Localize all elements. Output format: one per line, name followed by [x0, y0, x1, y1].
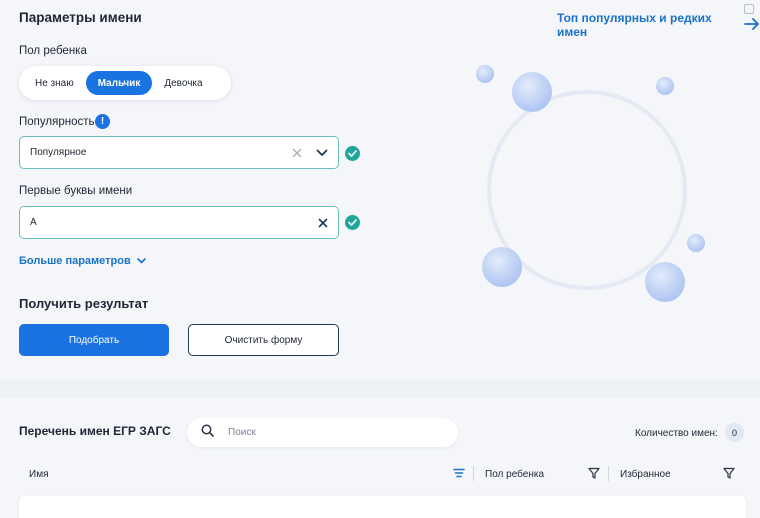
- list-title: Перечень имен ЕГР ЗАГС: [19, 424, 171, 438]
- close-icon[interactable]: [318, 218, 328, 228]
- clear-icon[interactable]: [292, 148, 302, 158]
- gender-option-girl[interactable]: Девочка: [152, 71, 214, 95]
- column-header-gender: Пол ребенка: [485, 469, 545, 480]
- letters-label: Первые буквы имени: [19, 185, 133, 197]
- submit-button[interactable]: Подобрать: [19, 324, 169, 356]
- chevron-down-icon: [136, 255, 146, 267]
- chevron-down-icon[interactable]: [316, 149, 328, 157]
- popularity-select[interactable]: Популярное: [19, 136, 339, 169]
- names-list-panel: Перечень имен ЕГР ЗАГС Количество имен: …: [0, 398, 760, 518]
- search-icon: [201, 424, 214, 442]
- popularity-value: Популярное: [30, 147, 87, 158]
- clear-form-button[interactable]: Очистить форму: [188, 324, 339, 356]
- filter-icon[interactable]: [588, 466, 600, 484]
- name-params-panel: Параметры имени Топ популярных и редких …: [0, 0, 760, 380]
- top-names-link[interactable]: Топ популярных и редких имен: [557, 11, 760, 39]
- filter-icon[interactable]: [723, 466, 735, 484]
- search-input[interactable]: [228, 427, 428, 438]
- decorative-circles-illustration: [476, 65, 705, 302]
- gender-label: Пол ребенка: [19, 45, 87, 57]
- more-params-toggle[interactable]: Больше параметров: [19, 255, 146, 267]
- names-count-label: Количество имен:: [635, 428, 718, 439]
- info-icon[interactable]: !: [95, 114, 110, 129]
- gender-selector: Не знаю Мальчик Девочка: [19, 66, 231, 100]
- column-divider: [473, 466, 474, 481]
- column-divider: [608, 466, 609, 481]
- letters-check-icon: [345, 215, 360, 230]
- names-count-badge: 0: [725, 423, 744, 442]
- gender-option-boy[interactable]: Мальчик: [85, 71, 153, 95]
- search-box[interactable]: [187, 418, 458, 447]
- window-corner-checkbox[interactable]: [744, 4, 754, 14]
- arrow-right-icon: [744, 17, 760, 33]
- gender-option-unknown[interactable]: Не знаю: [23, 71, 86, 95]
- popularity-check-icon: [345, 146, 360, 161]
- table-row: [19, 496, 746, 518]
- letters-value: А: [30, 217, 37, 228]
- column-header-favorites: Избранное: [620, 469, 671, 480]
- top-names-link-label: Топ популярных и редких имен: [557, 11, 712, 39]
- letters-input[interactable]: А: [19, 206, 339, 239]
- more-params-label: Больше параметров: [19, 255, 131, 267]
- popularity-label: Популярность: [19, 116, 95, 128]
- page-title: Параметры имени: [19, 10, 142, 25]
- column-header-name: Имя: [29, 469, 49, 480]
- result-title: Получить результат: [19, 296, 149, 311]
- sort-icon[interactable]: [453, 466, 465, 484]
